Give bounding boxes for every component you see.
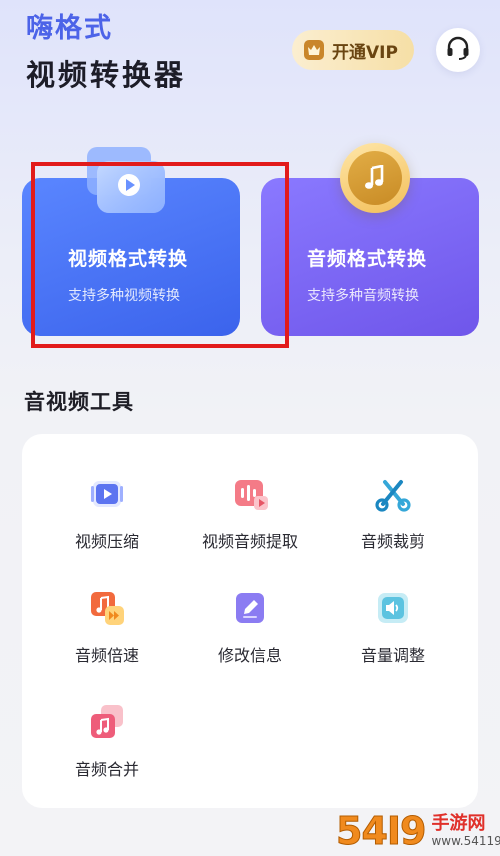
vip-label: 开通VIP [332,42,398,63]
watermark-number: 54I9 [335,809,426,854]
audio-card-subtitle: 支持多种音频转换 [307,288,419,304]
tool-video-compress[interactable]: 视频压缩 [37,472,177,552]
audio-merge-icon [85,700,129,744]
scissors-icon [371,472,415,516]
video-compress-icon [85,472,129,516]
music-note-icon [340,143,410,213]
audio-card-title: 音频格式转换 [307,248,428,270]
watermark-text-group: 手游网 www.54119.cn [431,813,500,849]
tool-label: 音频裁剪 [360,532,425,551]
tool-audio-extract[interactable]: 视频音频提取 [180,472,320,552]
watermark-site-name: 手游网 [431,813,486,834]
tool-audio-merge[interactable]: 音频合并 [37,700,177,780]
highlight-annotation-box [31,162,289,348]
tools-panel: 视频压缩 视频音频提取 音频裁剪 音频倍速 修改信息 音量调整 音频合并 [22,434,478,808]
tools-section-title: 音视频工具 [24,390,134,414]
brand-name: 嗨格式 [26,13,113,44]
tool-label: 音频倍速 [74,646,139,665]
volume-icon [371,586,415,630]
tool-audio-speed[interactable]: 音频倍速 [37,586,177,666]
tool-audio-cut[interactable]: 音频裁剪 [323,472,463,552]
tool-volume-adjust[interactable]: 音量调整 [323,586,463,666]
tool-label: 修改信息 [217,646,282,665]
site-watermark: 54I9 手游网 www.54119.cn [335,806,500,856]
tool-label: 视频压缩 [74,532,139,551]
tool-label: 音量调整 [360,646,425,665]
edit-info-icon [228,586,272,630]
vip-button[interactable]: 开通VIP [292,30,414,70]
watermark-url: www.54119.cn [431,834,500,848]
tool-label: 音频合并 [74,760,139,779]
tool-edit-info[interactable]: 修改信息 [180,586,320,666]
headset-icon [445,35,471,65]
audio-speed-icon [85,586,129,630]
customer-service-button[interactable] [436,28,480,72]
tool-label: 视频音频提取 [201,532,298,551]
app-title: 视频转换器 [26,58,187,92]
crown-icon [304,40,324,60]
audio-extract-icon [228,472,272,516]
